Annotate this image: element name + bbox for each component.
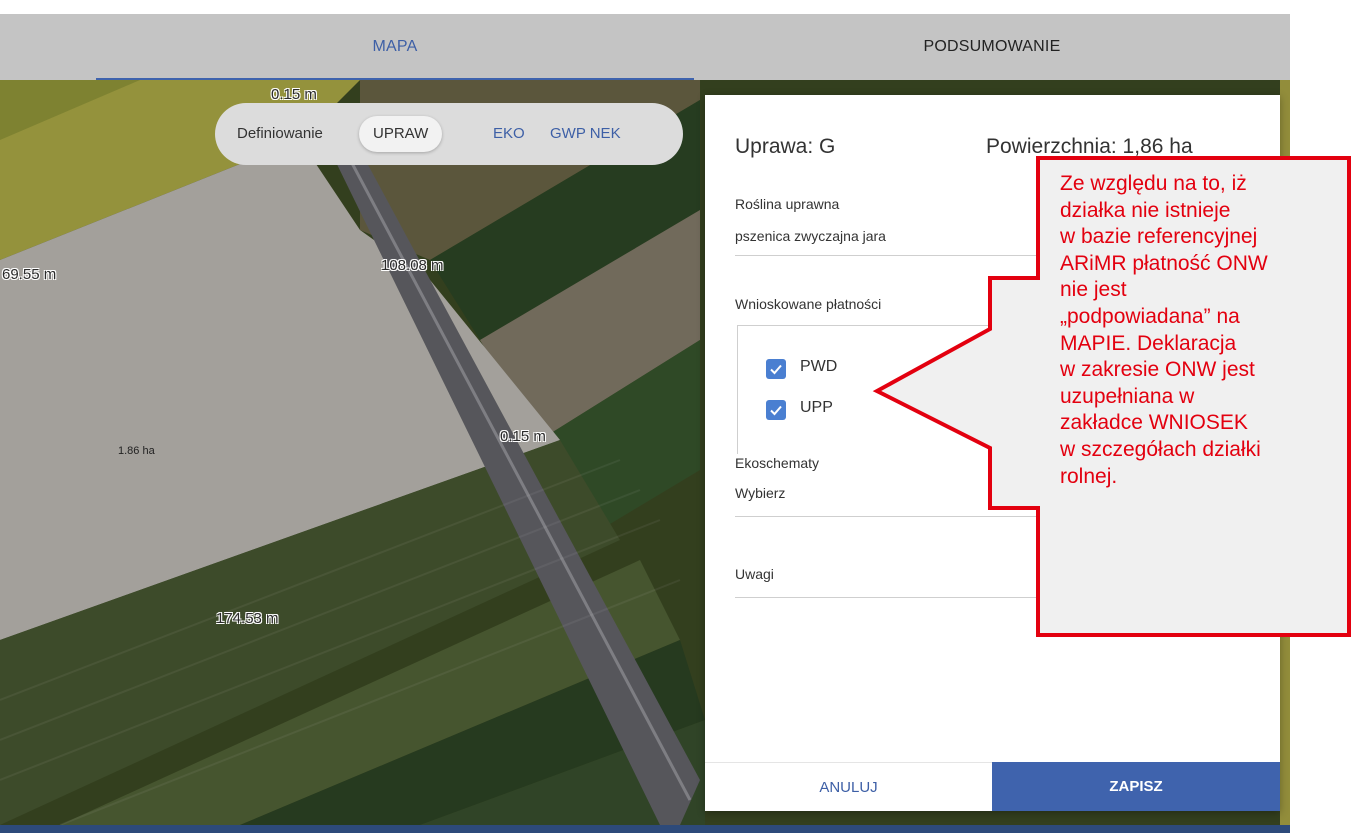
- callout-line: Ze względu na to, iż: [1060, 172, 1247, 195]
- crop-label: Roślina uprawna: [735, 196, 840, 212]
- callout-line: MAPIE. Deklaracja: [1060, 331, 1237, 355]
- callout-line: w bazie referencyjnej: [1060, 225, 1258, 249]
- tab-mapa[interactable]: MAPA: [96, 14, 694, 80]
- payment-label: UPP: [800, 399, 833, 416]
- ekoschematy-select[interactable]: Wybierz: [735, 485, 785, 501]
- callout-line: uzupełniana w: [1060, 384, 1195, 408]
- panel-title: Uprawa: G: [735, 135, 836, 158]
- cancel-button[interactable]: ANULUJ: [705, 762, 992, 811]
- payment-label: PWD: [800, 358, 838, 375]
- callout-line: nie jest: [1060, 278, 1127, 302]
- measurement-label: 0.15 m: [271, 86, 317, 103]
- measurement-label: 174.53 m: [216, 610, 279, 627]
- callout-line: ARiMR płatność ONW: [1060, 251, 1268, 275]
- ekoschematy-label: Ekoschematy: [735, 455, 820, 471]
- measurement-label: 0.15 m: [500, 428, 546, 445]
- uwagi-input[interactable]: Uwagi: [735, 566, 774, 582]
- definiowanie-toggle: Definiowanie UPRAW EKO GWP NEK: [215, 103, 683, 165]
- callout-line: rolnej.: [1060, 464, 1118, 488]
- callout-line: w zakresie ONW jest: [1060, 358, 1255, 382]
- callout-line: w szczegółach działki: [1060, 437, 1261, 461]
- checkbox-checked-icon[interactable]: [766, 400, 786, 420]
- callout-line: „podpowiadana” na: [1060, 304, 1240, 328]
- measurement-label: 108.08 m: [381, 257, 444, 274]
- checkbox-checked-icon[interactable]: [766, 359, 786, 379]
- callout-text: Ze względu na to, iż działka nie istniej…: [1060, 171, 1343, 490]
- parcel-area-label: 1.86 ha: [118, 445, 155, 457]
- toggle-upraw[interactable]: UPRAW: [359, 116, 443, 152]
- toggle-eko[interactable]: EKO: [493, 103, 525, 165]
- top-tab-bar: MAPA PODSUMOWANIE: [0, 14, 1290, 80]
- measurement-label: 69.55 m: [2, 266, 57, 283]
- bottom-bar: [0, 825, 1290, 833]
- definiowanie-label: Definiowanie: [237, 125, 323, 142]
- callout-line: zakładce WNIOSEK: [1060, 411, 1248, 435]
- save-button[interactable]: ZAPISZ: [992, 762, 1280, 811]
- tab-podsumowanie[interactable]: PODSUMOWANIE: [694, 14, 1290, 80]
- callout-line: działka nie istnieje: [1060, 198, 1231, 222]
- toggle-gwp-nek[interactable]: GWP NEK: [550, 103, 621, 165]
